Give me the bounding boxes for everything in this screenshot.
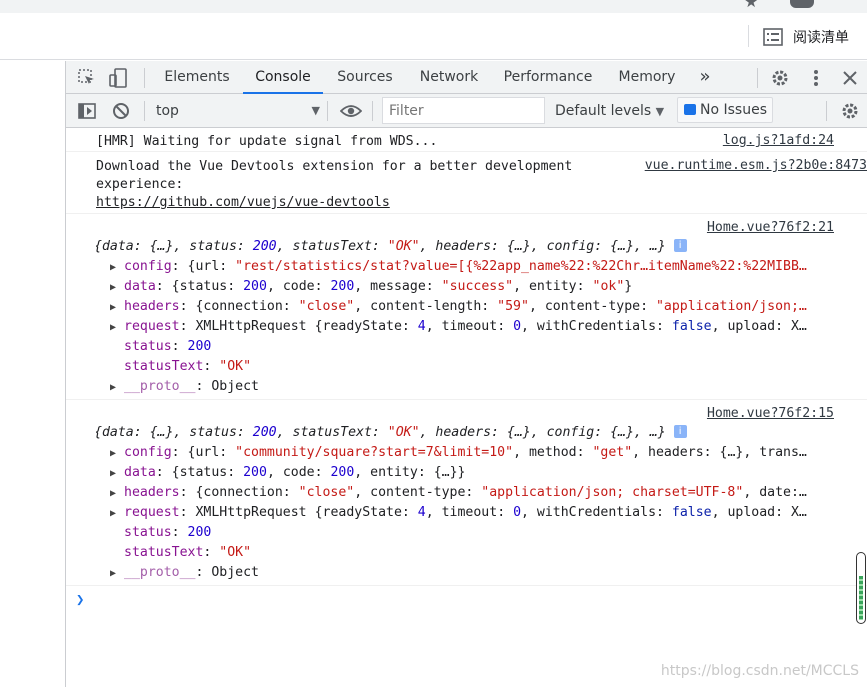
devtools-tab-bar: Elements Console Sources Network Perform… [66,61,867,94]
property-row[interactable]: ▶ headers: {connection: "close", content-… [110,484,852,502]
expand-arrow-icon[interactable]: ▶ [110,465,124,482]
property-row: status: 200 [124,525,212,540]
context-value: top [156,103,179,119]
object-summary[interactable]: ▼{data: {…}, status: 200, statusText: "O… [96,238,687,256]
tab-memory[interactable]: Memory [612,61,682,94]
message-text: experience: [96,177,184,192]
source-link[interactable]: log.js?1afd:24 [723,133,834,148]
console-output: [HMR] Waiting for update signal from WDS… [66,128,867,687]
devtools-panel: Elements Console Sources Network Perform… [66,61,867,687]
source-link[interactable]: Home.vue?76f2:15 [707,406,834,421]
object-summary[interactable]: ▼{data: {…}, status: 200, statusText: "O… [96,424,687,442]
device-toolbar-icon[interactable] [108,67,130,89]
message-text: Download the Vue Devtools extension for … [96,159,573,174]
property-row: status: 200 [124,339,212,354]
tab-sources[interactable]: Sources [328,61,402,94]
tab-console[interactable]: Console [243,61,323,94]
console-message: [HMR] Waiting for update signal from WDS… [66,128,867,152]
expand-arrow-icon[interactable]: ▶ [110,565,124,582]
browser-top-strip: ★ [0,0,867,13]
info-icon: i [673,425,687,438]
expand-arrow-icon[interactable]: ▶ [110,279,124,296]
divider [748,25,749,47]
bookmark-star-icon[interactable]: ★ [744,0,758,11]
console-message: Download the Vue Devtools extension for … [66,152,867,214]
issues-button[interactable]: No Issues [677,97,773,123]
property-row: statusText: "OK" [124,545,252,560]
scrollbar-thumb[interactable] [859,576,863,620]
console-message: Home.vue?76f2:21 ▼{data: {…}, status: 20… [66,214,867,400]
divider [826,101,827,121]
inspect-element-icon[interactable] [76,67,98,89]
levels-label: Default levels [555,103,652,119]
expand-arrow-icon[interactable]: ▶ [110,299,124,316]
watermark: https://blog.csdn.net/MCCLS [660,663,859,679]
property-row[interactable]: ▶ request: XMLHttpRequest {readyState: 4,… [110,504,852,522]
issues-label: No Issues [700,102,767,118]
property-row: statusText: "OK" [124,359,252,374]
tab-elements[interactable]: Elements [154,61,240,94]
divider [144,101,145,121]
reading-list-icon [763,28,783,46]
divider [757,68,758,88]
sidebar-toggle-icon[interactable] [76,100,98,122]
source-link[interactable]: vue.runtime.esm.js?2b0e:8473 [645,158,867,173]
message-text: [HMR] Waiting for update signal from WDS… [96,134,438,149]
property-row[interactable]: ▶ data: {status: 200, code: 200, message:… [110,278,632,296]
expand-arrow-icon[interactable]: ▶ [110,445,124,462]
filter-input[interactable] [382,97,545,124]
property-row[interactable]: ▶ __proto__: Object [110,378,259,396]
clear-console-icon[interactable] [110,100,132,122]
property-row[interactable]: ▶ config: {url: "rest/statistics/stat?val… [110,258,852,276]
page-viewport [0,61,66,687]
console-message: Home.vue?76f2:15 ▼{data: {…}, status: 20… [66,400,867,586]
reading-list-label: 阅读清单 [793,30,849,46]
property-row[interactable]: ▶ config: {url: "community/square?start=7… [110,444,852,462]
settings-gear-icon[interactable] [769,67,791,89]
tab-performance[interactable]: Performance [498,61,598,94]
live-expression-eye-icon[interactable] [340,100,362,122]
expand-arrow-icon[interactable]: ▶ [110,259,124,276]
expand-arrow-icon[interactable]: ▶ [110,379,124,396]
expand-arrow-icon[interactable]: ▶ [110,505,124,522]
console-toolbar: top ▼ Default levels ▼ No Issues [66,94,867,128]
dropdown-arrow-icon: ▼ [311,104,320,117]
tab-network[interactable]: Network [412,61,486,94]
console-settings-gear-icon[interactable] [839,100,861,122]
divider [327,101,328,121]
default-levels-dropdown[interactable]: Default levels ▼ [555,100,664,123]
devtools-link[interactable]: https://github.com/vuejs/vue-devtools [96,194,390,212]
info-icon: i [673,239,687,252]
dropdown-arrow-icon: ▼ [655,105,665,118]
property-row[interactable]: ▶ request: XMLHttpRequest {readyState: 4,… [110,318,852,336]
expand-arrow-icon[interactable]: ▶ [110,485,124,502]
profile-avatar[interactable] [790,0,814,8]
property-row[interactable]: ▶ data: {status: 200, code: 200, entity: … [110,464,465,482]
scrollbar[interactable] [856,552,866,624]
issues-icon [684,104,696,115]
divider [372,101,373,121]
source-link[interactable]: Home.vue?76f2:21 [707,220,834,235]
divider [144,68,145,88]
context-selector[interactable]: top ▼ [148,100,324,122]
property-row[interactable]: ▶ __proto__: Object [110,564,259,582]
property-row[interactable]: ▶ headers: {connection: "close", content-… [110,298,852,316]
bookmark-bar: 阅读清单 [0,13,867,60]
more-tabs-button[interactable]: » [690,61,720,94]
close-icon[interactable] [839,67,861,89]
reading-list-button[interactable]: 阅读清单 [763,26,849,48]
customize-menu-icon[interactable] [805,67,827,89]
expand-arrow-icon[interactable]: ▶ [110,319,124,336]
console-prompt-chevron-icon[interactable]: ❯ [76,592,84,608]
